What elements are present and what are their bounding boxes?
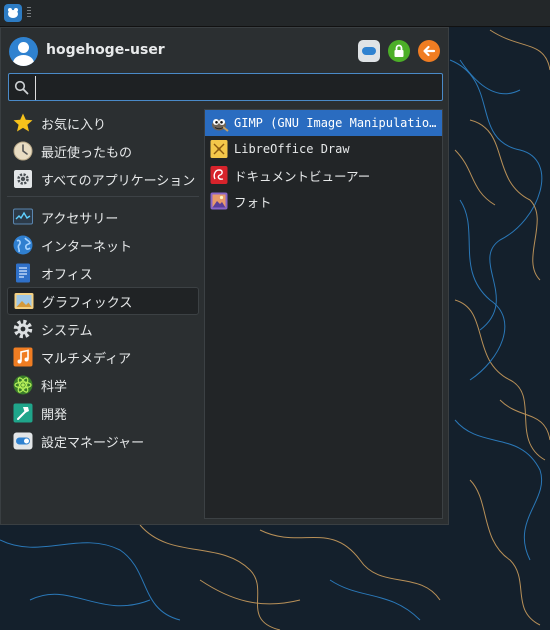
- lock-icon: [394, 44, 404, 57]
- application-list: GIMP (GNU Image Manipulation Program) Li…: [204, 109, 443, 519]
- app-document-viewer[interactable]: ドキュメントビューアー: [205, 162, 442, 188]
- category-accessories[interactable]: アクセサリー: [7, 203, 199, 231]
- clock-icon: [13, 141, 33, 161]
- category-separator: [7, 196, 199, 197]
- search-icon: [14, 80, 29, 95]
- monitor-icon: [13, 208, 33, 225]
- search-box[interactable]: [8, 73, 443, 101]
- star-icon: [13, 113, 33, 132]
- search-input[interactable]: [35, 76, 440, 100]
- gear-icon: [13, 319, 33, 339]
- toggle-icon: [13, 432, 33, 450]
- top-panel: [0, 0, 550, 27]
- category-recent[interactable]: 最近使ったもの: [7, 137, 199, 165]
- category-all-applications[interactable]: すべてのアプリケーション: [7, 165, 199, 193]
- atom-icon: [13, 375, 33, 395]
- category-label: アクセサリー: [41, 211, 119, 227]
- libreoffice-draw-icon: [210, 140, 228, 158]
- category-favorites[interactable]: お気に入り: [7, 109, 199, 137]
- photos-icon: [210, 192, 228, 210]
- category-multimedia[interactable]: マルチメディア: [7, 343, 199, 371]
- category-label: インターネット: [41, 239, 133, 255]
- category-label: 科学: [41, 379, 68, 395]
- category-label: オフィス: [41, 267, 93, 283]
- category-label: 設定マネージャー: [41, 435, 145, 451]
- menu-header: hogehoge-user: [9, 37, 441, 67]
- category-list: お気に入り 最近使ったもの すべてのアプリケーション アクセサリー インターネッ…: [7, 109, 199, 455]
- settings-manager-button[interactable]: [358, 40, 380, 62]
- category-label: グラフィックス: [42, 295, 133, 311]
- category-graphics[interactable]: グラフィックス: [7, 287, 199, 315]
- app-label: フォト: [234, 194, 272, 210]
- category-science[interactable]: 科学: [7, 371, 199, 399]
- document-icon: [16, 263, 30, 283]
- arrow-left-icon: [423, 45, 436, 57]
- panel-grip-handle[interactable]: [27, 7, 31, 19]
- category-label: 開発: [41, 407, 68, 423]
- category-label: お気に入り: [41, 117, 107, 133]
- hammer-icon: [13, 403, 33, 423]
- category-label: 最近使ったもの: [41, 145, 133, 161]
- category-internet[interactable]: インターネット: [7, 231, 199, 259]
- whisker-menu-button[interactable]: [4, 4, 22, 22]
- gear-box-icon: [14, 170, 32, 188]
- category-label: すべてのアプリケーション: [41, 173, 196, 189]
- xfce-mouse-icon: [8, 8, 18, 18]
- app-libreoffice-draw[interactable]: LibreOffice Draw: [205, 136, 442, 162]
- category-system[interactable]: システム: [7, 315, 199, 343]
- username: hogehoge-user: [46, 42, 165, 58]
- avatar: [9, 37, 38, 66]
- app-label: LibreOffice Draw: [234, 142, 350, 156]
- app-gimp[interactable]: GIMP (GNU Image Manipulation Program): [205, 110, 442, 136]
- category-settings-manager[interactable]: 設定マネージャー: [7, 427, 199, 455]
- category-development[interactable]: 開発: [7, 399, 199, 427]
- category-office[interactable]: オフィス: [7, 259, 199, 287]
- whisker-menu: hogehoge-user お気に入り 最近使ったもの すべてのアプリケーション…: [0, 27, 449, 525]
- music-note-icon: [13, 347, 33, 367]
- gimp-icon: [212, 119, 229, 132]
- app-label: ドキュメントビューアー: [234, 168, 371, 184]
- lock-screen-button[interactable]: [388, 40, 410, 62]
- picture-icon: [14, 293, 34, 309]
- app-label: GIMP (GNU Image Manipulation Program): [234, 116, 439, 130]
- app-photos[interactable]: フォト: [205, 188, 442, 214]
- category-label: システム: [41, 323, 93, 339]
- category-label: マルチメディア: [41, 351, 132, 367]
- document-viewer-icon: [210, 166, 228, 184]
- globe-icon: [13, 235, 33, 255]
- log-out-button[interactable]: [418, 40, 440, 62]
